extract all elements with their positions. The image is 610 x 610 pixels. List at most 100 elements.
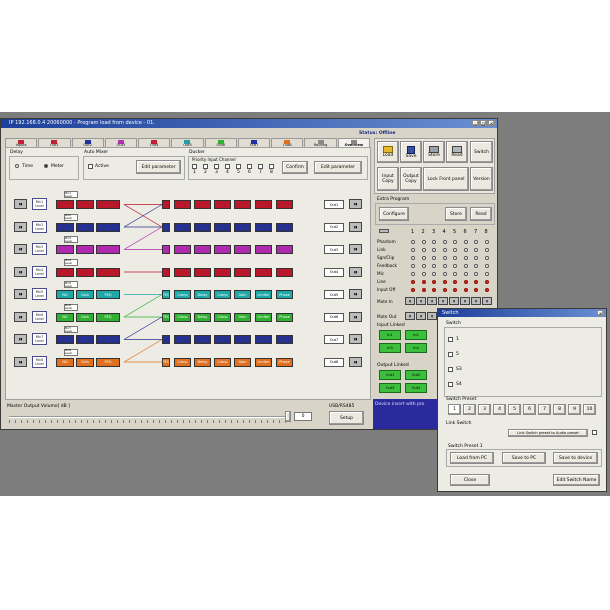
switch-option-3-checkbox[interactable] (448, 367, 453, 372)
output-meter-chip[interactable]: ▮▮ (349, 266, 362, 277)
status-led[interactable] (442, 239, 447, 244)
close-button[interactable]: × (488, 120, 495, 126)
input-block[interactable] (96, 245, 120, 254)
output-block[interactable] (194, 267, 211, 277)
output-block[interactable]: Delay (194, 312, 211, 322)
master-volume-value[interactable]: 0 (294, 412, 312, 421)
output-block[interactable] (162, 200, 170, 209)
output-block[interactable] (174, 222, 191, 232)
input-meter-chip[interactable]: ▮▮ (14, 289, 27, 299)
output-block[interactable]: Phase (276, 312, 293, 322)
output-block[interactable]: Limiter (255, 357, 272, 367)
output-block[interactable] (234, 200, 251, 209)
switch-preset-6-button[interactable]: 6 (523, 404, 536, 415)
input-level-label[interactable]: Mic2 Level (32, 220, 47, 233)
output-label[interactable]: Out1 (324, 200, 344, 209)
mute-in-button[interactable]: ▮ (460, 297, 470, 305)
output-linked-2[interactable]: Out2 (405, 370, 427, 380)
input-copy-button[interactable]: Input Copy (377, 167, 399, 191)
mute-in-button[interactable]: ▮ (405, 297, 415, 305)
master-volume-slider-thumb[interactable] (285, 411, 291, 422)
link-switch-preset-button[interactable]: Link Switch preset to Audio preset (508, 429, 588, 437)
output-block[interactable]: Comp (214, 357, 231, 367)
output-block[interactable] (276, 267, 293, 277)
switch-dialog-close-icon[interactable]: × (597, 310, 604, 316)
output-block[interactable]: PEQ (162, 290, 170, 299)
output-block[interactable] (276, 245, 293, 254)
output-block[interactable] (234, 245, 251, 254)
tab-out1[interactable]: Out1 (38, 138, 71, 147)
switch-option-1-checkbox[interactable] (448, 337, 453, 342)
version-button[interactable]: Version (470, 167, 493, 191)
tab-out7[interactable]: Out7 (237, 138, 271, 147)
output-linked-3[interactable]: Out3 (379, 383, 401, 393)
switch-preset-3-button[interactable]: 3 (478, 404, 491, 415)
input-block[interactable] (96, 200, 120, 209)
extra-store-button[interactable]: Store (445, 207, 467, 221)
output-block[interactable]: PEQ (162, 312, 170, 322)
output-block[interactable]: Comp (174, 290, 191, 299)
input-block[interactable]: NG (56, 357, 74, 367)
switch-preset-8-button[interactable]: 8 (553, 404, 566, 415)
output-block[interactable] (214, 222, 231, 232)
mute-in-button[interactable]: ▮ (416, 297, 426, 305)
tab-inputs[interactable]: Inputs (5, 138, 38, 147)
mute-out-button[interactable]: ▮ (416, 312, 426, 320)
input-level-label[interactable]: Mic3 Level (32, 243, 47, 255)
output-block[interactable] (276, 222, 293, 232)
input-level-label[interactable]: Mic4 Level (32, 265, 47, 278)
save-to-pc-button[interactable]: Save to PC (502, 452, 546, 464)
switch-option-4-checkbox[interactable] (448, 382, 453, 387)
output-block[interactable]: Delay (194, 357, 211, 367)
output-block[interactable] (194, 245, 211, 254)
output-meter-chip[interactable]: ▮▮ (349, 221, 362, 232)
output-block[interactable]: Limiter (255, 312, 272, 322)
output-block[interactable] (234, 267, 251, 277)
input-block[interactable] (56, 267, 74, 277)
input-meter-chip[interactable]: ▮▮ (14, 356, 27, 367)
input-block[interactable]: NG (56, 290, 74, 299)
input-meter-chip[interactable]: ▮▮ (14, 199, 27, 209)
lock-front-panel-button[interactable]: Lock Front panel (423, 167, 469, 191)
output-block[interactable] (162, 267, 170, 277)
input-linked-4[interactable]: In4 (405, 343, 427, 353)
output-block[interactable] (174, 200, 191, 209)
input-block[interactable]: NG (56, 312, 74, 322)
output-label[interactable]: Out7 (324, 335, 344, 344)
mute-in-button[interactable]: ▮ (471, 297, 481, 305)
output-block[interactable]: Gain (234, 357, 251, 367)
status-led[interactable] (421, 239, 426, 244)
load-button[interactable]: Load (377, 141, 399, 163)
input-block[interactable] (96, 267, 120, 277)
tab-out5[interactable]: Out5 (171, 138, 204, 147)
extra-read-button[interactable]: Read (470, 207, 492, 221)
tab-out2[interactable]: Out2 (71, 138, 104, 147)
output-block[interactable]: Comp (214, 312, 231, 322)
store-button[interactable]: Store (423, 141, 445, 163)
mute-in-button[interactable]: ▮ (449, 297, 459, 305)
input-linked-1[interactable]: In1 (379, 330, 401, 340)
output-block[interactable]: Gain (234, 312, 251, 322)
input-level-label[interactable]: Mic6 Level (32, 310, 47, 323)
output-block[interactable]: Gain (234, 290, 251, 299)
input-meter-chip[interactable]: ▮▮ (14, 244, 27, 254)
output-block[interactable] (174, 245, 191, 254)
switch-preset-2-button[interactable]: 2 (463, 404, 476, 415)
input-level-label[interactable]: Mic7 Level (32, 333, 47, 345)
input-level-label[interactable]: Mic1 Level (32, 198, 47, 210)
load-from-pc-button[interactable]: Load from PC (450, 452, 494, 464)
tab-overview[interactable]: Overview (337, 138, 370, 147)
output-block[interactable] (214, 245, 231, 254)
switch-button[interactable]: Switch (470, 141, 493, 163)
input-block[interactable] (56, 335, 74, 344)
output-meter-chip[interactable]: ▮▮ (349, 199, 362, 209)
tab-out6[interactable]: Out6 (204, 138, 237, 147)
switch-preset-1-button[interactable]: 1 (448, 404, 461, 415)
output-block[interactable] (255, 335, 272, 344)
tab-out3[interactable]: Out3 (104, 138, 138, 147)
input-block[interactable] (96, 222, 120, 232)
input-block[interactable] (56, 222, 74, 232)
configure-button[interactable]: Configure (379, 207, 409, 221)
status-led[interactable] (474, 239, 478, 244)
switch-preset-9-button[interactable]: 9 (568, 404, 581, 415)
